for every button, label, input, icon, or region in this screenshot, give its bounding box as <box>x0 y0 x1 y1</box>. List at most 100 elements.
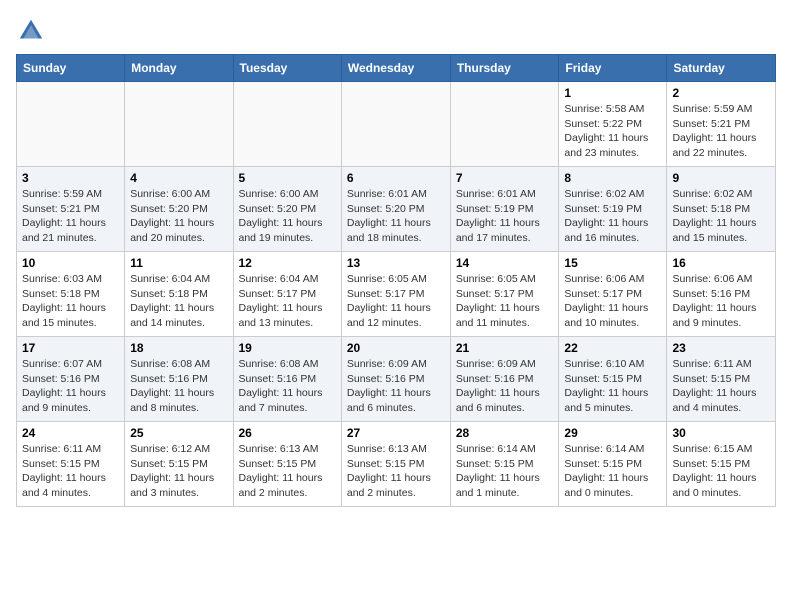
day-info: Sunrise: 6:05 AM Sunset: 5:17 PM Dayligh… <box>347 272 445 331</box>
logo <box>16 16 50 46</box>
week-row-2: 3Sunrise: 5:59 AM Sunset: 5:21 PM Daylig… <box>17 167 776 252</box>
day-cell: 2Sunrise: 5:59 AM Sunset: 5:21 PM Daylig… <box>667 82 776 167</box>
day-number: 1 <box>564 86 661 100</box>
day-cell: 27 Sunrise: 6:13 AM Sunset: 5:15 PM Dayli… <box>341 422 450 507</box>
day-cell: 19 Sunrise: 6:08 AM Sunset: 5:16 PM Dayli… <box>233 337 341 422</box>
day-info: Sunrise: 6:07 AM Sunset: 5:16 PM Dayligh… <box>22 357 119 416</box>
day-number: 19 <box>239 341 336 355</box>
day-number: 17 <box>22 341 119 355</box>
day-cell: 9Sunrise: 6:02 AM Sunset: 5:18 PM Daylig… <box>667 167 776 252</box>
day-number: 29 <box>564 426 661 440</box>
day-number: 10 <box>22 256 119 270</box>
day-cell: 26 Sunrise: 6:13 AM Sunset: 5:15 PM Dayli… <box>233 422 341 507</box>
day-info: Sunrise: 6:13 AM Sunset: 5:15 PM Dayligh… <box>347 442 445 501</box>
day-cell: 22 Sunrise: 6:10 AM Sunset: 5:15 PM Dayli… <box>559 337 667 422</box>
logo-icon <box>16 16 46 46</box>
day-number: 2 <box>672 86 770 100</box>
weekday-header-row: SundayMondayTuesdayWednesdayThursdayFrid… <box>17 55 776 82</box>
day-cell: 15 Sunrise: 6:06 AM Sunset: 5:17 PM Dayli… <box>559 252 667 337</box>
day-cell: 1 Sunrise: 5:58 AM Sunset: 5:22 PM Daylig… <box>559 82 667 167</box>
day-cell: 23Sunrise: 6:11 AM Sunset: 5:15 PM Dayli… <box>667 337 776 422</box>
day-cell: 13 Sunrise: 6:05 AM Sunset: 5:17 PM Dayli… <box>341 252 450 337</box>
day-cell: 24 Sunrise: 6:11 AM Sunset: 5:15 PM Dayli… <box>17 422 125 507</box>
day-cell: 18 Sunrise: 6:08 AM Sunset: 5:16 PM Dayli… <box>125 337 233 422</box>
weekday-wednesday: Wednesday <box>341 55 450 82</box>
weekday-friday: Friday <box>559 55 667 82</box>
calendar-table: SundayMondayTuesdayWednesdayThursdayFrid… <box>16 54 776 507</box>
week-row-4: 17 Sunrise: 6:07 AM Sunset: 5:16 PM Dayli… <box>17 337 776 422</box>
day-info: Sunrise: 6:11 AM Sunset: 5:15 PM Dayligh… <box>22 442 119 501</box>
day-info: Sunrise: 6:04 AM Sunset: 5:18 PM Dayligh… <box>130 272 227 331</box>
day-info: Sunrise: 6:02 AM Sunset: 5:19 PM Dayligh… <box>564 187 661 246</box>
weekday-monday: Monday <box>125 55 233 82</box>
day-info: Sunrise: 6:03 AM Sunset: 5:18 PM Dayligh… <box>22 272 119 331</box>
day-cell: 17 Sunrise: 6:07 AM Sunset: 5:16 PM Dayli… <box>17 337 125 422</box>
day-number: 11 <box>130 256 227 270</box>
day-cell: 8Sunrise: 6:02 AM Sunset: 5:19 PM Daylig… <box>559 167 667 252</box>
day-cell: 3Sunrise: 5:59 AM Sunset: 5:21 PM Daylig… <box>17 167 125 252</box>
day-number: 24 <box>22 426 119 440</box>
day-info: Sunrise: 5:58 AM Sunset: 5:22 PM Dayligh… <box>564 102 661 161</box>
day-number: 22 <box>564 341 661 355</box>
day-number: 27 <box>347 426 445 440</box>
day-info: Sunrise: 6:09 AM Sunset: 5:16 PM Dayligh… <box>456 357 554 416</box>
day-number: 28 <box>456 426 554 440</box>
day-info: Sunrise: 6:06 AM Sunset: 5:16 PM Dayligh… <box>672 272 770 331</box>
day-number: 30 <box>672 426 770 440</box>
day-info: Sunrise: 5:59 AM Sunset: 5:21 PM Dayligh… <box>22 187 119 246</box>
day-info: Sunrise: 6:04 AM Sunset: 5:17 PM Dayligh… <box>239 272 336 331</box>
day-cell: 21Sunrise: 6:09 AM Sunset: 5:16 PM Dayli… <box>450 337 559 422</box>
day-cell: 14Sunrise: 6:05 AM Sunset: 5:17 PM Dayli… <box>450 252 559 337</box>
day-number: 4 <box>130 171 227 185</box>
day-number: 25 <box>130 426 227 440</box>
page-header <box>16 16 776 46</box>
week-row-1: 1 Sunrise: 5:58 AM Sunset: 5:22 PM Daylig… <box>17 82 776 167</box>
day-info: Sunrise: 6:08 AM Sunset: 5:16 PM Dayligh… <box>130 357 227 416</box>
day-cell: 30 Sunrise: 6:15 AM Sunset: 5:15 PM Dayli… <box>667 422 776 507</box>
day-cell: 12 Sunrise: 6:04 AM Sunset: 5:17 PM Dayli… <box>233 252 341 337</box>
day-number: 14 <box>456 256 554 270</box>
day-info: Sunrise: 6:01 AM Sunset: 5:19 PM Dayligh… <box>456 187 554 246</box>
day-number: 7 <box>456 171 554 185</box>
weekday-tuesday: Tuesday <box>233 55 341 82</box>
day-info: Sunrise: 6:00 AM Sunset: 5:20 PM Dayligh… <box>130 187 227 246</box>
day-cell <box>125 82 233 167</box>
day-info: Sunrise: 6:14 AM Sunset: 5:15 PM Dayligh… <box>564 442 661 501</box>
weekday-saturday: Saturday <box>667 55 776 82</box>
day-info: Sunrise: 6:14 AM Sunset: 5:15 PM Dayligh… <box>456 442 554 501</box>
day-number: 6 <box>347 171 445 185</box>
day-info: Sunrise: 6:01 AM Sunset: 5:20 PM Dayligh… <box>347 187 445 246</box>
day-info: Sunrise: 6:08 AM Sunset: 5:16 PM Dayligh… <box>239 357 336 416</box>
day-number: 5 <box>239 171 336 185</box>
day-number: 20 <box>347 341 445 355</box>
day-cell <box>17 82 125 167</box>
weekday-sunday: Sunday <box>17 55 125 82</box>
day-number: 26 <box>239 426 336 440</box>
day-number: 13 <box>347 256 445 270</box>
day-info: Sunrise: 6:10 AM Sunset: 5:15 PM Dayligh… <box>564 357 661 416</box>
day-number: 15 <box>564 256 661 270</box>
week-row-3: 10 Sunrise: 6:03 AM Sunset: 5:18 PM Dayli… <box>17 252 776 337</box>
weekday-thursday: Thursday <box>450 55 559 82</box>
day-number: 23 <box>672 341 770 355</box>
day-cell: 20 Sunrise: 6:09 AM Sunset: 5:16 PM Dayli… <box>341 337 450 422</box>
day-info: Sunrise: 6:02 AM Sunset: 5:18 PM Dayligh… <box>672 187 770 246</box>
day-number: 12 <box>239 256 336 270</box>
week-row-5: 24 Sunrise: 6:11 AM Sunset: 5:15 PM Dayli… <box>17 422 776 507</box>
day-number: 18 <box>130 341 227 355</box>
day-number: 16 <box>672 256 770 270</box>
day-cell: 16 Sunrise: 6:06 AM Sunset: 5:16 PM Dayli… <box>667 252 776 337</box>
day-cell: 25 Sunrise: 6:12 AM Sunset: 5:15 PM Dayli… <box>125 422 233 507</box>
day-info: Sunrise: 6:09 AM Sunset: 5:16 PM Dayligh… <box>347 357 445 416</box>
day-cell: 7 Sunrise: 6:01 AM Sunset: 5:19 PM Daylig… <box>450 167 559 252</box>
day-info: Sunrise: 6:06 AM Sunset: 5:17 PM Dayligh… <box>564 272 661 331</box>
day-cell: 29 Sunrise: 6:14 AM Sunset: 5:15 PM Dayli… <box>559 422 667 507</box>
calendar-body: 1 Sunrise: 5:58 AM Sunset: 5:22 PM Daylig… <box>17 82 776 507</box>
day-cell: 6 Sunrise: 6:01 AM Sunset: 5:20 PM Daylig… <box>341 167 450 252</box>
day-cell <box>450 82 559 167</box>
day-info: Sunrise: 6:15 AM Sunset: 5:15 PM Dayligh… <box>672 442 770 501</box>
day-info: Sunrise: 6:13 AM Sunset: 5:15 PM Dayligh… <box>239 442 336 501</box>
day-cell <box>341 82 450 167</box>
day-info: Sunrise: 6:12 AM Sunset: 5:15 PM Dayligh… <box>130 442 227 501</box>
day-info: Sunrise: 6:00 AM Sunset: 5:20 PM Dayligh… <box>239 187 336 246</box>
